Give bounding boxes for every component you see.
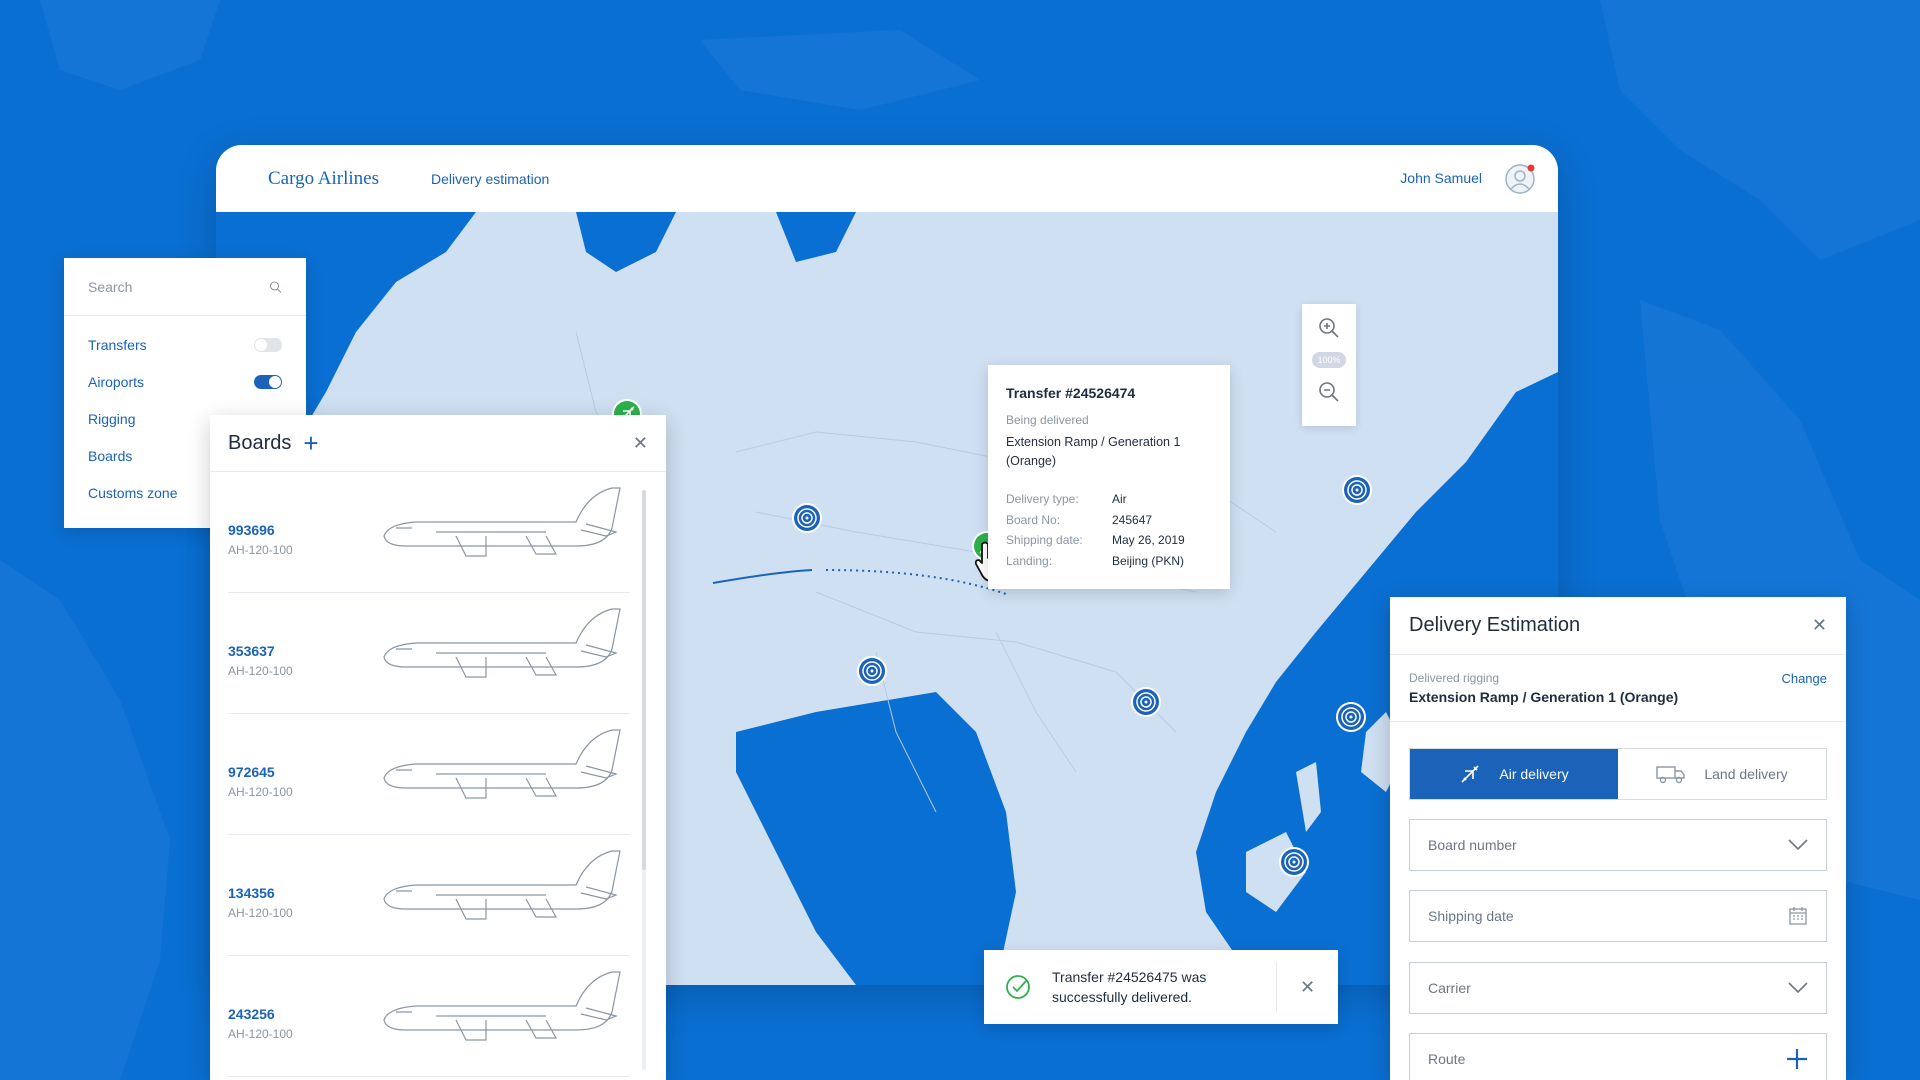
airport-marker-icon[interactable] [1341,474,1373,506]
close-icon[interactable]: ✕ [633,433,648,454]
airport-marker-icon[interactable] [856,655,888,687]
board-number: 993696 [228,522,275,538]
board-model: AH-120-100 [228,664,293,678]
nav-delivery-estimation[interactable]: Delivery estimation [431,171,549,187]
board-number-label: Board number [1428,837,1517,853]
board-number: 243256 [228,1006,275,1022]
tooltip-row: Board No: 245647 [1006,512,1153,527]
filter-label: Rigging [88,410,136,427]
notification-dot [1527,164,1535,172]
carrier-select[interactable]: Carrier [1409,962,1827,1014]
airport-marker-icon[interactable] [1278,846,1310,878]
shipping-date-label: Shipping date [1428,908,1514,924]
airplane-illustration-icon [383,487,621,557]
delivered-rigging-section: Delivered rigging Extension Ramp / Gener… [1390,655,1846,722]
airport-marker-icon[interactable] [1335,701,1367,733]
success-toast: Transfer #24526475 was successfully deli… [984,950,1338,1024]
brand-logo[interactable]: Cargo Airlines [268,168,379,190]
toggle-switch[interactable] [254,337,282,352]
board-model: AH-120-100 [228,906,293,920]
toast-message: Transfer #24526475 was successfully deli… [1052,969,1207,1005]
airplane-icon [1461,765,1479,783]
boards-title: Boards [228,431,292,454]
land-delivery-tab[interactable]: Land delivery [1618,749,1826,799]
search-bar [64,258,306,316]
board-item[interactable]: 353637 AH-120-100 [228,593,630,714]
zoom-out-button[interactable] [1302,368,1356,416]
delivery-type-selector: Air delivery Land delivery [1409,748,1827,800]
search-input[interactable] [88,278,269,295]
rigging-value: Extension Ramp / Generation 1 (Orange) [1409,689,1679,705]
air-delivery-tab[interactable]: Air delivery [1410,749,1618,799]
route-label: Route [1428,1051,1466,1067]
truck-icon [1656,766,1686,784]
zoom-in-icon [1319,318,1339,338]
land-delivery-label: Land delivery [1704,766,1788,782]
board-item[interactable]: 972645 AH-120-100 [228,714,630,835]
estimation-header: Delivery Estimation ✕ [1390,597,1846,655]
board-number: 353637 [228,643,275,659]
plus-icon[interactable] [1786,1048,1808,1070]
board-item[interactable]: 993696 AH-120-100 [228,472,630,593]
change-rigging-link[interactable]: Change [1781,671,1827,686]
filter-label: Customs zone [88,484,178,501]
route-field[interactable]: Route [1409,1033,1827,1080]
zoom-control: 100% [1302,304,1356,426]
close-icon[interactable]: ✕ [1812,615,1827,636]
shipping-date-field[interactable]: Shipping date [1409,890,1827,942]
tooltip-item: Extension Ramp / Generation 1 (Orange) [1006,435,1181,468]
toggle-switch[interactable] [254,374,282,389]
filter-transfers[interactable]: Transfers [64,326,306,363]
calendar-icon[interactable] [1788,906,1808,926]
tooltip-title: Transfer #24526474 [1006,385,1136,401]
chevron-down-icon [1788,982,1808,994]
tooltip-status: Being delivered [1006,413,1089,427]
zoom-out-icon [1319,382,1339,402]
zoom-level: 100% [1312,352,1346,368]
add-board-button[interactable]: + [303,430,318,456]
airplane-illustration-icon [383,729,621,799]
filter-label: Boards [88,447,133,464]
board-number-select[interactable]: Board number [1409,819,1827,871]
board-model: AH-120-100 [228,1027,293,1041]
boards-header: Boards + ✕ [210,415,666,472]
boards-panel: Boards + ✕ 993696 AH-120-100 353637 AH-1… [210,415,666,1080]
board-number: 972645 [228,764,275,780]
carrier-label: Carrier [1428,980,1471,996]
scrollbar-thumb[interactable] [642,490,646,870]
filter-label: Airoports [88,373,145,390]
air-delivery-label: Air delivery [1499,766,1569,782]
estimation-title: Delivery Estimation [1409,614,1581,636]
tooltip-row: Delivery type: Air [1006,492,1127,506]
rigging-label: Delivered rigging [1409,671,1500,685]
airplane-illustration-icon [383,850,621,920]
airport-marker-icon[interactable] [791,502,823,534]
board-model: AH-120-100 [228,543,293,557]
zoom-in-button[interactable] [1302,304,1356,352]
filter-label: Transfers [88,336,147,353]
airplane-illustration-icon [383,971,621,1041]
search-icon[interactable] [269,274,282,300]
tooltip-row: Shipping date: May 26, 2019 [1006,533,1185,547]
boards-list: 993696 AH-120-100 353637 AH-120-100 9726… [228,472,630,1077]
top-bar: Cargo Airlines Delivery estimation John … [216,145,1558,212]
transfer-tooltip: Transfer #24526474 Being delivered Exten… [988,365,1230,589]
filter-airports[interactable]: Airoports [64,363,306,400]
airplane-illustration-icon [383,608,621,678]
user-avatar-icon[interactable] [1504,163,1536,195]
check-circle-icon [1006,975,1030,999]
boards-scrollbar[interactable] [642,490,646,1070]
board-item[interactable]: 243256 AH-120-100 [228,956,630,1077]
board-item[interactable]: 134356 AH-120-100 [228,835,630,956]
board-number: 134356 [228,885,275,901]
user-name[interactable]: John Samuel [1400,170,1482,186]
board-model: AH-120-100 [228,785,293,799]
tooltip-row: Landing: Beijing (PKN) [1006,553,1185,568]
delivery-estimation-panel: Delivery Estimation ✕ Delivered rigging … [1390,597,1846,1080]
airport-marker-icon[interactable] [1130,686,1162,718]
close-icon[interactable]: ✕ [1277,977,1338,998]
chevron-down-icon [1788,839,1808,851]
